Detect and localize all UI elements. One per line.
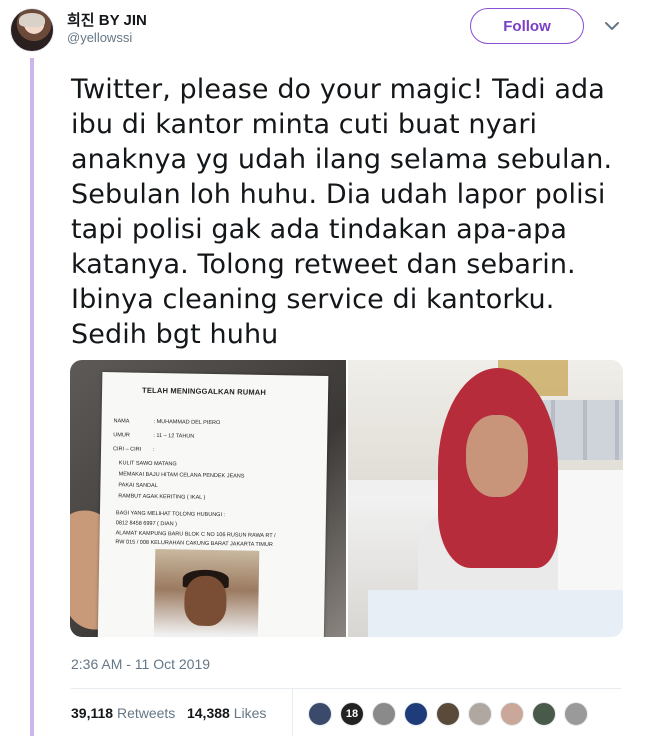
poster-field-label: NAMA xyxy=(113,418,130,425)
liker-avatar[interactable] xyxy=(436,702,460,726)
poster-bullet: PAKAI SANDAL xyxy=(118,482,158,490)
thread-line xyxy=(30,58,34,736)
liker-avatar[interactable] xyxy=(372,702,396,726)
follow-button[interactable]: Follow xyxy=(470,8,584,44)
liker-avatar[interactable] xyxy=(564,702,588,726)
poster-bullet: RAMBUT AGAK KERITING ( IKAL ) xyxy=(118,493,206,501)
tweet-timestamp[interactable]: 2:36 AM - 11 Oct 2019 xyxy=(71,656,210,672)
engagement-stats: 39,118 Retweets 14,388 Likes xyxy=(71,705,266,721)
divider xyxy=(71,688,621,689)
poster-bullet: KULIT SAWO MATANG xyxy=(118,460,177,468)
likes-count[interactable]: 14,388 xyxy=(187,705,230,721)
likes-label[interactable]: Likes xyxy=(234,705,267,721)
tweet-text: Twitter, please do your magic! Tadi ada … xyxy=(71,74,613,350)
mother-photo[interactable] xyxy=(348,360,623,637)
missing-person-poster-photo[interactable]: TELAH MENINGGALKAN RUMAH NAMA : MUHAMMAD… xyxy=(70,360,346,637)
poster-field-label: UMUR xyxy=(113,432,130,439)
poster-bullet: MEMAKAI BAJU HITAM CELANA PENDEK JEANS xyxy=(118,471,245,480)
author-name[interactable]: 희진 BY JIN xyxy=(67,9,147,30)
author-handle[interactable]: @yellowssi xyxy=(67,30,132,45)
retweets-count[interactable]: 39,118 xyxy=(71,705,113,721)
tweet-media[interactable]: TELAH MENINGGALKAN RUMAH NAMA : MUHAMMAD… xyxy=(70,360,623,637)
liker-avatar[interactable] xyxy=(404,702,428,726)
stats-separator xyxy=(292,689,293,736)
poster-title: TELAH MENINGGALKAN RUMAH xyxy=(142,385,267,397)
missing-person-poster: TELAH MENINGGALKAN RUMAH NAMA : MUHAMMAD… xyxy=(97,372,329,637)
poster-field-value: : 11 – 12 TAHUN xyxy=(153,432,195,440)
liker-avatar[interactable] xyxy=(500,702,524,726)
poster-field-label: CIRI – CIRI xyxy=(113,446,142,453)
poster-contact-line: RW 015 / 008 KELURAHAN CAKUNG BARAT JAKA… xyxy=(115,539,273,549)
poster-contact-line: BAGI YANG MELIHAT TOLONG HUBUNGI : xyxy=(115,510,226,519)
liker-avatar[interactable] xyxy=(468,702,492,726)
poster-contact-line: ALAMAT KAMPUNG BARU BLOK C NO 106 RUSUN … xyxy=(115,530,276,540)
child-photo xyxy=(153,548,260,637)
poster-field-value: : MUHAMMAD DEL PIERO xyxy=(153,418,221,427)
liker-avatar[interactable] xyxy=(532,702,556,726)
author-avatar[interactable] xyxy=(10,8,54,52)
retweets-label[interactable]: Retweets xyxy=(117,705,175,721)
chevron-down-icon[interactable] xyxy=(602,16,622,36)
liker-avatar[interactable]: 18 xyxy=(340,702,364,726)
liker-avatar[interactable] xyxy=(308,702,332,726)
poster-field-value: : xyxy=(153,446,155,453)
liker-avatars: 18 xyxy=(308,702,596,726)
poster-contact-line: 0812 8458 6997 ( DIAN ) xyxy=(115,520,177,528)
